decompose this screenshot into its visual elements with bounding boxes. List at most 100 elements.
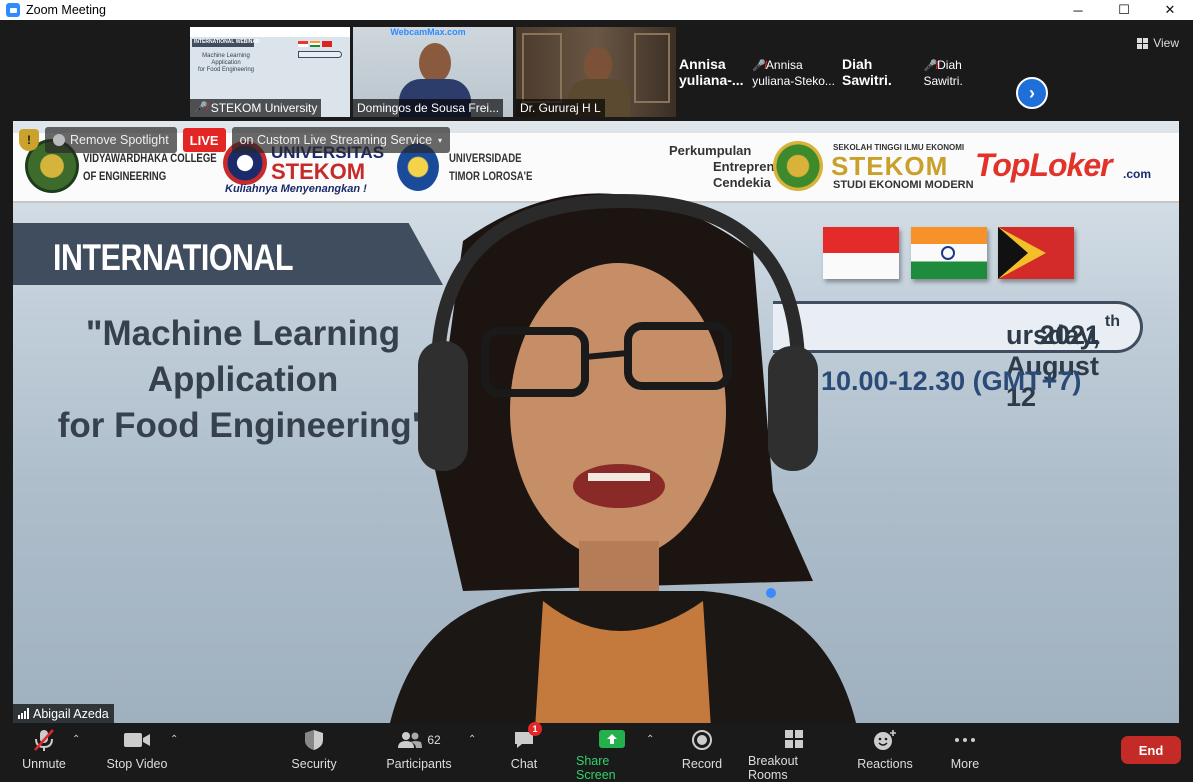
stop-video-button[interactable]: Stop Video — [104, 724, 170, 782]
glasses-bridge — [584, 350, 629, 360]
shield-icon — [304, 724, 324, 756]
slide-title-line: for Food Engineering — [197, 67, 255, 73]
chat-button[interactable]: 1 Chat — [508, 722, 542, 782]
unmute-button[interactable]: Unmute — [18, 724, 70, 782]
india-flag-icon — [911, 227, 987, 279]
reactions-smiley-icon — [873, 724, 897, 756]
spotlight-video: VIDYAWARDHAKA COLLEGE OF ENGINEERING UNI… — [13, 121, 1179, 723]
india-flag-icon — [310, 41, 320, 47]
maximize-button[interactable]: ☐ — [1101, 0, 1147, 20]
reactions-label: Reactions — [857, 757, 913, 771]
streaming-status[interactable]: on Custom Live Streaming Service ▾ — [231, 127, 451, 153]
security-label: Security — [291, 757, 337, 771]
view-button-label: View — [1153, 36, 1179, 50]
grid-view-icon — [1137, 37, 1149, 49]
indonesia-flag-icon — [298, 41, 308, 47]
breakout-rooms-icon — [784, 724, 804, 753]
close-button[interactable]: ✕ — [1147, 0, 1193, 20]
participant-strip: INTERNATIONAL WEBINAR Machine Learning A… — [0, 20, 1193, 120]
participant-display-name: Annisa yuliana-... — [679, 56, 744, 88]
record-button[interactable]: Record — [680, 724, 724, 782]
timor-leste-flag-icon — [322, 41, 332, 47]
participant-name: Dr. Gururaj H L — [520, 101, 601, 115]
bookshelf — [634, 33, 670, 103]
minimize-button[interactable]: ─ — [1055, 0, 1101, 20]
streaming-label: on Custom Live Streaming Service — [239, 133, 433, 147]
spotlight-icon — [53, 134, 65, 146]
logo-text: .com — [1123, 167, 1152, 181]
chat-label: Chat — [510, 757, 538, 771]
participant-tile-stekom[interactable]: INTERNATIONAL WEBINAR Machine Learning A… — [190, 27, 350, 117]
record-label: Record — [681, 757, 723, 771]
participant-tile-annisa[interactable]: Annisa yuliana-... 🎤̸Annisa yuliana-Stek… — [679, 27, 839, 117]
video-options-caret[interactable]: ⌃ — [170, 734, 178, 745]
reactions-button[interactable]: Reactions — [856, 724, 914, 782]
participant-tile-domingos[interactable]: WebcamMax.com Domingos de Sousa Frei... — [353, 27, 513, 117]
speaker-name: Abigail Azeda — [33, 706, 109, 721]
share-options-caret[interactable]: ⌃ — [646, 734, 654, 745]
window-controls: ─ ☐ ✕ — [1055, 0, 1193, 20]
share-screen-button[interactable]: Share Screen — [576, 724, 648, 782]
chakra-icon — [941, 246, 955, 260]
participant-name-label: Domingos de Sousa Frei... — [353, 99, 504, 117]
more-button[interactable]: More — [946, 724, 984, 782]
slide-banner-text: INTERNATIONAL WEBINAR — [194, 39, 260, 45]
more-label: More — [950, 757, 980, 771]
security-shield-icon[interactable]: ! — [19, 129, 39, 151]
participants-options-caret[interactable]: ⌃ — [468, 734, 476, 745]
speaker-mouth — [573, 464, 665, 508]
meeting-toolbar: Unmute ⌃ Stop Video ⌃ Security 62 Partic… — [0, 722, 1193, 782]
slide-title-line: Machine Learning — [202, 53, 250, 59]
remove-spotlight-label: Remove Spotlight — [70, 133, 169, 147]
security-button[interactable]: Security — [290, 724, 338, 782]
speaker-teeth — [588, 473, 650, 481]
participants-label: Participants — [386, 757, 452, 771]
stage-overlay-controls: ! Remove Spotlight LIVE on Custom Live S… — [19, 125, 451, 155]
breakout-rooms-button[interactable]: Breakout Rooms — [748, 724, 840, 782]
next-page-button[interactable]: › — [1016, 77, 1048, 109]
slide-date: ursday, August 12th 2021 — [1006, 312, 1120, 412]
remove-spotlight-button[interactable]: Remove Spotlight — [45, 127, 177, 153]
speaker-name-label: Abigail Azeda — [13, 704, 114, 723]
chevron-right-icon: › — [1029, 82, 1035, 103]
slide-title-line: Application — [211, 60, 241, 66]
mic-muted-icon: 🎤̸ — [752, 60, 766, 72]
participant-tile-gururaj[interactable]: Dr. Gururaj H L — [516, 27, 676, 117]
view-button[interactable]: View — [1137, 36, 1179, 50]
slide-date-year: 2021 — [1039, 320, 1100, 350]
participant-name-label: 🎤̸Diah Sawitri. — [923, 56, 1002, 88]
participants-icon: 62 — [397, 724, 441, 756]
stop-video-label: Stop Video — [106, 757, 168, 771]
participant-name-label: 🎤̸Annisa yuliana-Steko... — [752, 56, 839, 88]
slide-title: Machine Learning Application for Food En… — [196, 53, 256, 74]
record-icon — [691, 724, 713, 756]
participants-count: 62 — [427, 733, 441, 747]
end-meeting-button[interactable]: End — [1121, 736, 1181, 764]
participant-name: STEKOM University — [210, 101, 318, 115]
headphone-left — [418, 341, 468, 471]
slide-logo-strip — [190, 27, 350, 37]
bookshelf — [522, 33, 562, 103]
participants-button[interactable]: 62 Participants — [386, 724, 452, 782]
logo-text: OF ENGINEERING — [83, 169, 167, 183]
participant-face — [584, 47, 612, 83]
participant-face — [419, 43, 451, 83]
timor-leste-flag-icon — [998, 227, 1074, 279]
headset-light — [766, 588, 776, 598]
participant-tile-diah[interactable]: Diah Sawitri. 🎤̸Diah Sawitri. — [842, 27, 1002, 117]
unmute-label: Unmute — [22, 757, 66, 771]
participant-name: Domingos de Sousa Frei... — [357, 101, 500, 115]
share-screen-icon — [599, 724, 625, 753]
audio-options-caret[interactable]: ⌃ — [72, 734, 80, 745]
logo-text: TopLoker — [975, 147, 1113, 183]
chevron-down-icon: ▾ — [438, 135, 443, 145]
breakout-rooms-label: Breakout Rooms — [748, 754, 799, 782]
slide-date-suffix: th — [1104, 313, 1120, 330]
more-dots-icon — [955, 724, 975, 756]
logo-text: Perkumpulan — [669, 143, 752, 158]
participant-name-label: Dr. Gururaj H L — [516, 99, 605, 117]
chat-icon: 1 — [513, 722, 542, 756]
live-badge[interactable]: LIVE — [182, 128, 226, 152]
signal-bars-icon — [18, 708, 29, 719]
share-screen-label: Share Screen — [576, 754, 616, 782]
